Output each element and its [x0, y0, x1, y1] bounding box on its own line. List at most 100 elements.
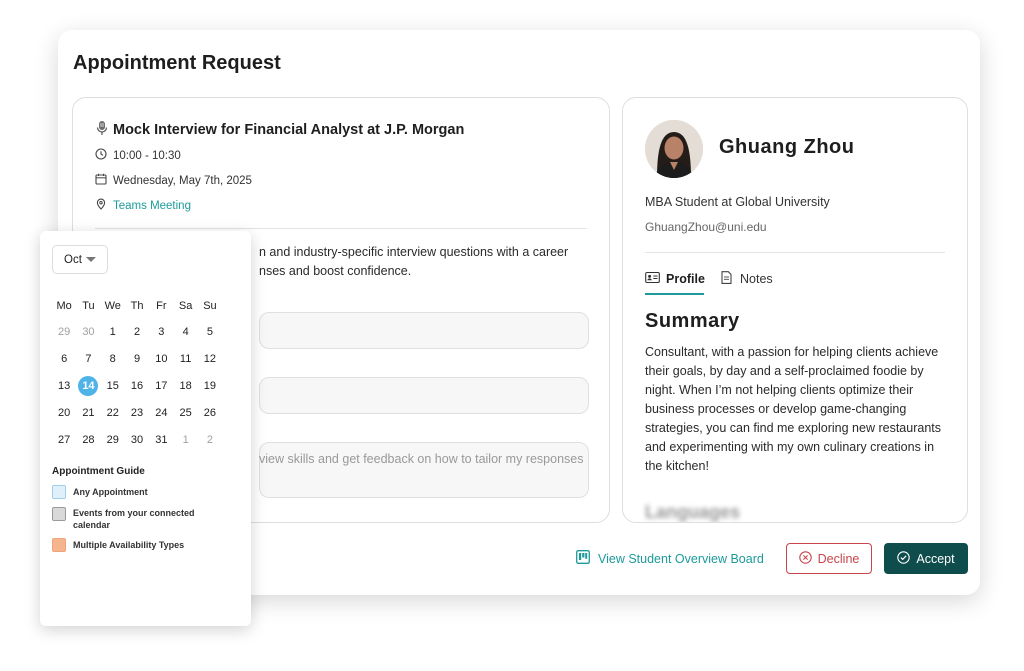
calendar-popover: Oct Mo Tu We Th Fr Sa Su 29 30 1 2 3 4 5… — [40, 231, 251, 626]
calendar-day[interactable]: 18 — [173, 375, 197, 397]
summary-line: business processes or develop game-chang… — [645, 402, 907, 416]
summary-line: and experimenting with my own culinary c… — [645, 440, 935, 454]
calendar-day[interactable]: 5 — [198, 321, 222, 343]
student-profile-card: Ghuang Zhou MBA Student at Global Univer… — [622, 97, 968, 523]
weekday-label: Fr — [156, 300, 167, 312]
tab-profile[interactable]: Profile — [645, 271, 705, 287]
summary-line: the kitchen! — [645, 459, 709, 473]
calendar-day[interactable]: 9 — [125, 348, 149, 370]
calendar-week: 20 21 22 23 24 25 26 — [52, 402, 234, 424]
id-card-icon — [645, 271, 660, 287]
profile-divider — [645, 252, 945, 253]
event-date-row: Wednesday, May 7th, 2025 — [95, 173, 252, 188]
calendar-day[interactable]: 8 — [101, 348, 125, 370]
calendar-day[interactable]: 13 — [52, 375, 76, 397]
calendar-day[interactable]: 3 — [149, 321, 173, 343]
calendar-day[interactable]: 26 — [198, 402, 222, 424]
guide-item-label: Multiple Availability Types — [73, 540, 185, 550]
response-field-1[interactable] — [259, 312, 589, 349]
event-title: Mock Interview for Financial Analyst at … — [113, 122, 465, 138]
summary-line: Consultant, with a passion for helping c… — [645, 345, 939, 359]
calendar-day[interactable]: 29 — [52, 321, 76, 343]
calendar-day[interactable]: 20 — [52, 402, 76, 424]
appointment-guide-title: Appointment Guide — [52, 466, 145, 477]
calendar-day[interactable]: 1 — [101, 321, 125, 343]
summary-line: their goals, by day and a self-proclaime… — [645, 364, 924, 378]
event-date: Wednesday, May 7th, 2025 — [113, 174, 252, 187]
calendar-day[interactable]: 16 — [125, 375, 149, 397]
tab-profile-label: Profile — [666, 272, 705, 286]
calendar-day[interactable]: 4 — [173, 321, 197, 343]
calendar-day[interactable]: 15 — [101, 375, 125, 397]
calendar-day[interactable]: 11 — [173, 348, 197, 370]
languages-heading: Languages — [645, 502, 741, 522]
check-circle-icon — [897, 550, 911, 567]
board-icon — [576, 550, 590, 567]
calendar-day[interactable]: 28 — [76, 429, 100, 451]
legend-swatch — [52, 507, 66, 521]
calendar-day[interactable]: 25 — [173, 402, 197, 424]
avatar — [645, 120, 703, 178]
calendar-day[interactable]: 12 — [198, 348, 222, 370]
calendar-day[interactable]: 19 — [198, 375, 222, 397]
chevron-down-icon — [85, 257, 96, 262]
decline-button[interactable]: Decline — [786, 543, 872, 574]
calendar-day[interactable]: 27 — [52, 429, 76, 451]
calendar-day[interactable]: 23 — [125, 402, 149, 424]
summary-heading: Summary — [645, 310, 740, 332]
calendar-day[interactable]: 7 — [76, 348, 100, 370]
guide-item-label: Any Appointment — [73, 487, 148, 497]
accept-label: Accept — [916, 551, 955, 566]
summary-text: Consultant, with a passion for helping c… — [645, 343, 950, 476]
calendar-day[interactable]: 24 — [149, 402, 173, 424]
weekday-label: Tu — [82, 300, 95, 312]
weekday-label: Mo — [56, 300, 72, 312]
event-time-row: 10:00 - 10:30 — [95, 148, 181, 163]
calendar-week: 13 14 15 16 17 18 19 — [52, 375, 234, 397]
teams-meeting-link[interactable]: Teams Meeting — [113, 200, 191, 212]
student-email[interactable]: GhuangZhou@uni.edu — [645, 220, 767, 234]
summary-line: strategies, you can find me exploring ne… — [645, 421, 941, 435]
calendar-week: 29 30 1 2 3 4 5 — [52, 321, 234, 343]
weekday-label: Th — [130, 300, 144, 312]
clock-icon — [95, 148, 107, 163]
description-line: n and industry-specific interview questi… — [259, 245, 569, 259]
weekday-header: Mo Tu We Th Fr Sa Su — [52, 300, 234, 312]
calendar-day[interactable]: 10 — [149, 348, 173, 370]
calendar-day[interactable]: 30 — [76, 321, 100, 343]
response-field-3-text: view skills and get feedback on how to t… — [259, 452, 584, 466]
view-overview-board-link[interactable]: View Student Overview Board — [576, 550, 764, 567]
decline-label: Decline — [817, 551, 860, 566]
summary-line: night. When I’m not helping clients opti… — [645, 383, 914, 397]
calendar-day[interactable]: 22 — [101, 402, 125, 424]
view-overview-board-label: View Student Overview Board — [598, 551, 764, 566]
calendar-day-selected[interactable]: 14 — [78, 376, 99, 396]
month-select[interactable]: Oct — [52, 245, 108, 274]
calendar-week: 6 7 8 9 10 11 12 — [52, 348, 234, 370]
calendar-day[interactable]: 29 — [101, 429, 125, 451]
month-select-value: Oct — [64, 253, 82, 266]
weekday-label: Su — [203, 300, 217, 312]
legend-swatch — [52, 538, 66, 552]
response-field-2[interactable] — [259, 377, 589, 414]
calendar-day[interactable]: 17 — [149, 375, 173, 397]
event-title-row: Mock Interview for Financial Analyst at … — [95, 120, 464, 140]
weekday-label: We — [104, 300, 121, 312]
accept-button[interactable]: Accept — [884, 543, 968, 574]
weekday-label: Sa — [178, 300, 193, 312]
modal-title: Appointment Request — [73, 52, 281, 74]
calendar-day[interactable]: 2 — [125, 321, 149, 343]
event-description: n and industry-specific interview questi… — [259, 243, 599, 281]
calendar-day[interactable]: 6 — [52, 348, 76, 370]
event-time: 10:00 - 10:30 — [113, 149, 181, 162]
calendar-day[interactable]: 1 — [173, 429, 197, 451]
close-circle-icon — [798, 550, 812, 567]
tab-notes-label: Notes — [740, 272, 773, 286]
active-tab-indicator — [645, 293, 704, 295]
calendar-day[interactable]: 30 — [125, 429, 149, 451]
calendar-day[interactable]: 2 — [198, 429, 222, 451]
guide-item-label: Events from your connected calendar — [73, 508, 195, 530]
tab-notes[interactable]: Notes — [719, 271, 773, 287]
calendar-day[interactable]: 21 — [76, 402, 100, 424]
calendar-day[interactable]: 31 — [149, 429, 173, 451]
